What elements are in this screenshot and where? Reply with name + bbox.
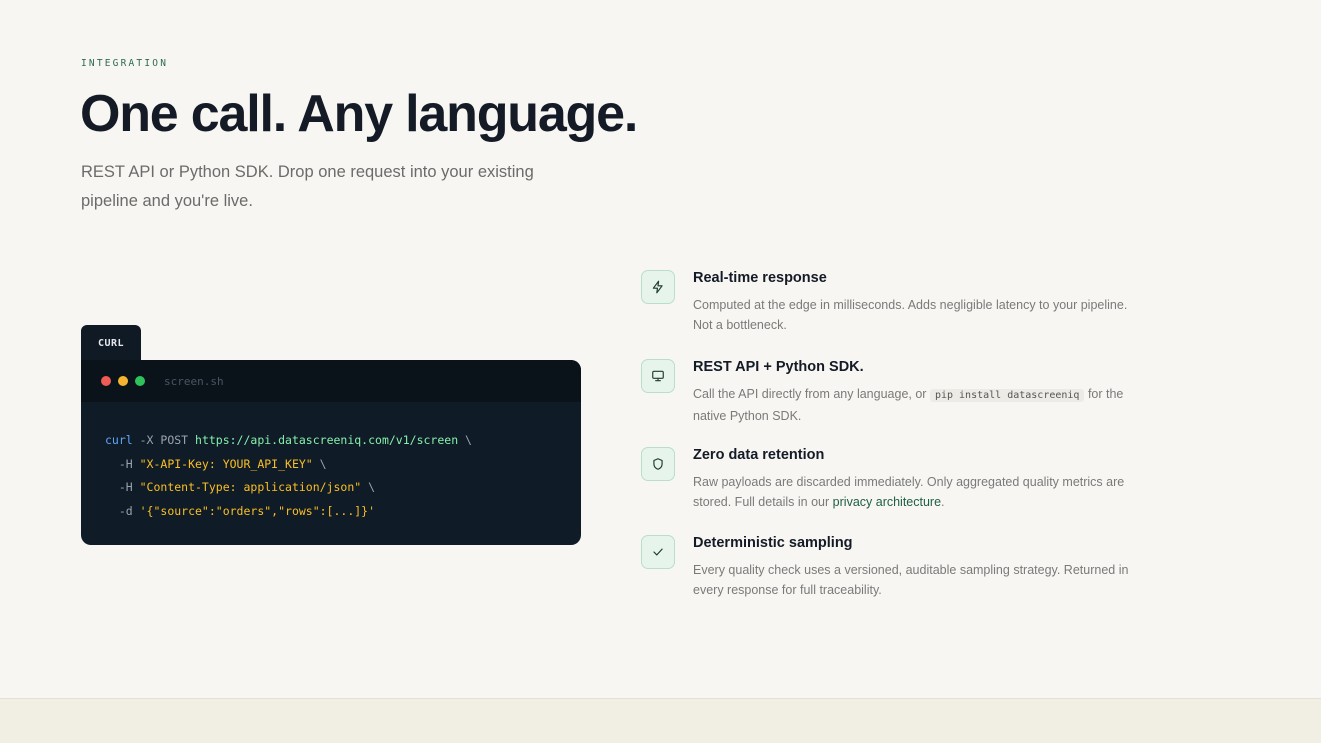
- code-window-titlebar: screen.sh: [81, 360, 581, 402]
- code-window: screen.sh curl -X POST https://api.datas…: [81, 360, 581, 545]
- code-line-4: -d '{"source":"orders","rows":[...]}': [105, 503, 376, 518]
- feature-title: REST API + Python SDK.: [693, 359, 864, 375]
- code-filename: screen.sh: [164, 374, 224, 388]
- tab-curl[interactable]: CURL: [81, 325, 141, 361]
- code-line-1: curl -X POST https://api.datascreeniq.co…: [105, 433, 472, 447]
- inline-code: pip install datascreeniq: [929, 389, 1085, 402]
- maximize-dot-icon: [135, 376, 145, 386]
- section-eyebrow: INTEGRATION: [81, 58, 169, 69]
- monitor-icon: [641, 359, 675, 393]
- privacy-architecture-link[interactable]: privacy architecture: [833, 495, 941, 509]
- feature-description: Every quality check uses a versioned, au…: [693, 563, 1129, 597]
- page-subtitle: REST API or Python SDK. Drop one request…: [81, 163, 534, 210]
- minimize-dot-icon: [118, 376, 128, 386]
- code-line-2: -H "X-API-Key: YOUR_API_KEY" \: [105, 456, 327, 471]
- feature-title: Deterministic sampling: [693, 535, 853, 551]
- feature-description: Raw payloads are discarded immediately. …: [693, 475, 1125, 509]
- check-icon: [641, 535, 675, 569]
- feature-description: Computed at the edge in milliseconds. Ad…: [693, 298, 1128, 332]
- next-section-band: [0, 698, 1321, 743]
- close-dot-icon: [101, 376, 111, 386]
- feature-title: Zero data retention: [693, 447, 825, 463]
- feature-description: Call the API directly from any language,…: [693, 387, 1124, 423]
- lightning-icon: [641, 270, 675, 304]
- code-line-3: -H "Content-Type: application/json" \: [105, 480, 376, 494]
- code-block[interactable]: curl -X POST https://api.datascreeniq.co…: [81, 402, 581, 523]
- feature-title: Real-time response: [693, 270, 827, 286]
- shield-icon: [641, 447, 675, 481]
- page-title: One call. Any language.: [80, 85, 638, 143]
